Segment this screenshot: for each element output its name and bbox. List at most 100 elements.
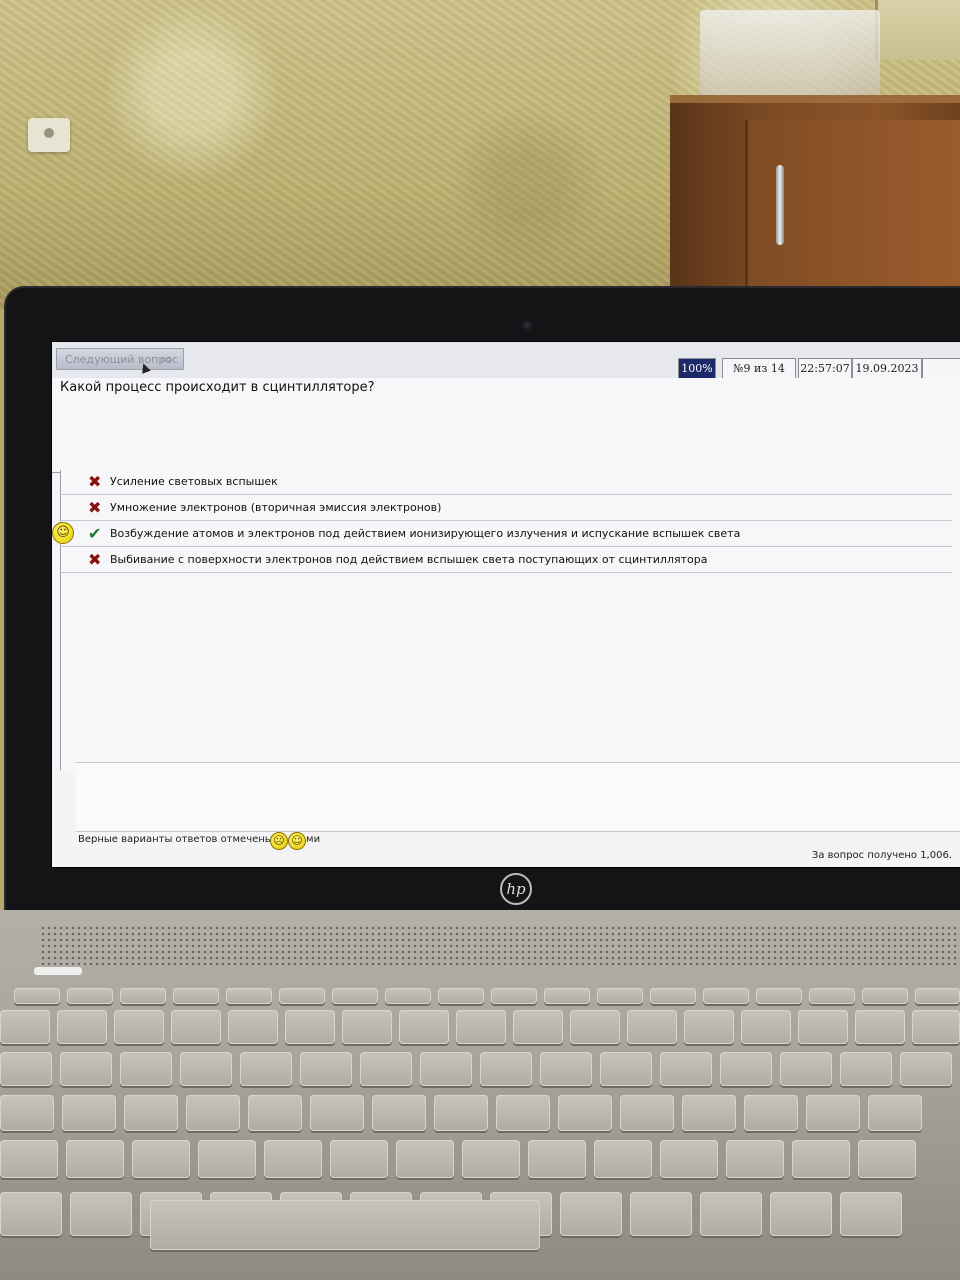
answer-option[interactable]: ✖ Выбивание с поверхности электронов под… bbox=[60, 548, 952, 573]
keyboard-key[interactable] bbox=[372, 1095, 426, 1131]
keyboard-key[interactable] bbox=[173, 988, 219, 1004]
keyboard-key[interactable] bbox=[171, 1010, 221, 1044]
keyboard-key[interactable] bbox=[300, 1052, 352, 1086]
keyboard-key[interactable] bbox=[912, 1010, 960, 1044]
keyboard-key[interactable] bbox=[862, 988, 908, 1004]
next-question-button[interactable]: Следующий вопрос ⇨ bbox=[56, 348, 184, 370]
keyboard-key[interactable] bbox=[360, 1052, 412, 1086]
keyboard-key[interactable] bbox=[0, 1140, 58, 1178]
keyboard-key[interactable] bbox=[248, 1095, 302, 1131]
keyboard-key[interactable] bbox=[132, 1140, 190, 1178]
keyboard-key[interactable] bbox=[180, 1052, 232, 1086]
keyboard-key[interactable] bbox=[310, 1095, 364, 1131]
keyboard-key[interactable] bbox=[120, 1052, 172, 1086]
keyboard-key[interactable] bbox=[809, 988, 855, 1004]
keyboard-key[interactable] bbox=[420, 1052, 472, 1086]
keyboard-key[interactable] bbox=[14, 988, 60, 1004]
keyboard-key[interactable] bbox=[684, 1010, 734, 1044]
question-text: Какой процесс происходит в сцинтилляторе… bbox=[60, 380, 375, 395]
keyboard-key[interactable] bbox=[868, 1095, 922, 1131]
keyboard-key[interactable] bbox=[120, 988, 166, 1004]
keyboard-key[interactable] bbox=[840, 1192, 902, 1236]
keyboard-key[interactable] bbox=[462, 1140, 520, 1178]
keyboard-key[interactable] bbox=[594, 1140, 652, 1178]
keyboard-key[interactable] bbox=[600, 1052, 652, 1086]
keyboard-key[interactable] bbox=[744, 1095, 798, 1131]
keyboard-key[interactable] bbox=[226, 988, 272, 1004]
keyboard-key[interactable] bbox=[720, 1052, 772, 1086]
keyboard-key[interactable] bbox=[741, 1010, 791, 1044]
keyboard-key[interactable] bbox=[858, 1140, 916, 1178]
keyboard-key[interactable] bbox=[332, 988, 378, 1004]
keyboard-key[interactable] bbox=[342, 1010, 392, 1044]
keyboard-key[interactable] bbox=[396, 1140, 454, 1178]
keyboard-key[interactable] bbox=[770, 1192, 832, 1236]
keyboard-key[interactable] bbox=[0, 1192, 62, 1236]
answer-option[interactable]: ✖ Умножение электронов (вторичная эмисси… bbox=[60, 496, 952, 521]
keyboard-key[interactable] bbox=[399, 1010, 449, 1044]
keyboard-key[interactable] bbox=[703, 988, 749, 1004]
keyboard-key[interactable] bbox=[456, 1010, 506, 1044]
keyboard-key[interactable] bbox=[491, 988, 537, 1004]
keyboard-key[interactable] bbox=[330, 1140, 388, 1178]
answer-option[interactable]: ☺ ✔ Возбуждение атомов и электронов под … bbox=[52, 522, 952, 547]
keyboard-key[interactable] bbox=[496, 1095, 550, 1131]
keyboard-key[interactable] bbox=[650, 988, 696, 1004]
power-button[interactable] bbox=[34, 967, 82, 975]
keyboard-key[interactable] bbox=[544, 988, 590, 1004]
keyboard-key[interactable] bbox=[60, 1052, 112, 1086]
keyboard-key[interactable] bbox=[855, 1010, 905, 1044]
keyboard-key[interactable] bbox=[570, 1010, 620, 1044]
keyboard-key[interactable] bbox=[264, 1140, 322, 1178]
keyboard-key[interactable] bbox=[285, 1010, 335, 1044]
keyboard-key[interactable] bbox=[0, 1052, 52, 1086]
keyboard-key[interactable] bbox=[900, 1052, 952, 1086]
keyboard-key[interactable] bbox=[186, 1095, 240, 1131]
hp-logo: hp bbox=[500, 873, 532, 905]
keyboard-key[interactable] bbox=[682, 1095, 736, 1131]
keyboard-key[interactable] bbox=[240, 1052, 292, 1086]
keyboard-key[interactable] bbox=[620, 1095, 674, 1131]
speaker-grille bbox=[40, 925, 960, 967]
keyboard-key[interactable] bbox=[67, 988, 113, 1004]
keyboard-key[interactable] bbox=[198, 1140, 256, 1178]
answer-option[interactable]: ✖ Усиление световых вспышек bbox=[60, 470, 952, 495]
keyboard-key[interactable] bbox=[124, 1095, 178, 1131]
zoom-level[interactable]: 100% bbox=[678, 358, 716, 380]
keyboard-key[interactable] bbox=[540, 1052, 592, 1086]
keyboard-key[interactable] bbox=[513, 1010, 563, 1044]
keyboard-key[interactable] bbox=[434, 1095, 488, 1131]
keyboard-key[interactable] bbox=[385, 988, 431, 1004]
keyboard-key[interactable] bbox=[627, 1010, 677, 1044]
keyboard-key[interactable] bbox=[700, 1192, 762, 1236]
keyboard-key[interactable] bbox=[62, 1095, 116, 1131]
answer-text: Выбивание с поверхности электронов под д… bbox=[110, 553, 708, 566]
keyboard-key[interactable] bbox=[630, 1192, 692, 1236]
keyboard-key[interactable] bbox=[558, 1095, 612, 1131]
keyboard-key[interactable] bbox=[806, 1095, 860, 1131]
keyboard-key[interactable] bbox=[840, 1052, 892, 1086]
keyboard-key[interactable] bbox=[726, 1140, 784, 1178]
keyboard-key[interactable] bbox=[279, 988, 325, 1004]
keyboard-key[interactable] bbox=[228, 1010, 278, 1044]
keyboard-key[interactable] bbox=[528, 1140, 586, 1178]
keyboard-key[interactable] bbox=[57, 1010, 107, 1044]
keyboard-key[interactable] bbox=[597, 988, 643, 1004]
keyboard-key[interactable] bbox=[660, 1140, 718, 1178]
keyboard-key[interactable] bbox=[798, 1010, 848, 1044]
spacebar-key[interactable] bbox=[150, 1200, 540, 1250]
keyboard-key[interactable] bbox=[915, 988, 960, 1004]
keyboard-key[interactable] bbox=[70, 1192, 132, 1236]
keyboard-key[interactable] bbox=[114, 1010, 164, 1044]
keyboard-key[interactable] bbox=[560, 1192, 622, 1236]
keyboard-key[interactable] bbox=[780, 1052, 832, 1086]
keyboard-key[interactable] bbox=[66, 1140, 124, 1178]
keyboard-key[interactable] bbox=[756, 988, 802, 1004]
keyboard-key[interactable] bbox=[0, 1010, 50, 1044]
webcam bbox=[521, 319, 533, 331]
keyboard-key[interactable] bbox=[438, 988, 484, 1004]
keyboard-key[interactable] bbox=[792, 1140, 850, 1178]
keyboard-key[interactable] bbox=[660, 1052, 712, 1086]
keyboard-key[interactable] bbox=[480, 1052, 532, 1086]
keyboard-key[interactable] bbox=[0, 1095, 54, 1131]
